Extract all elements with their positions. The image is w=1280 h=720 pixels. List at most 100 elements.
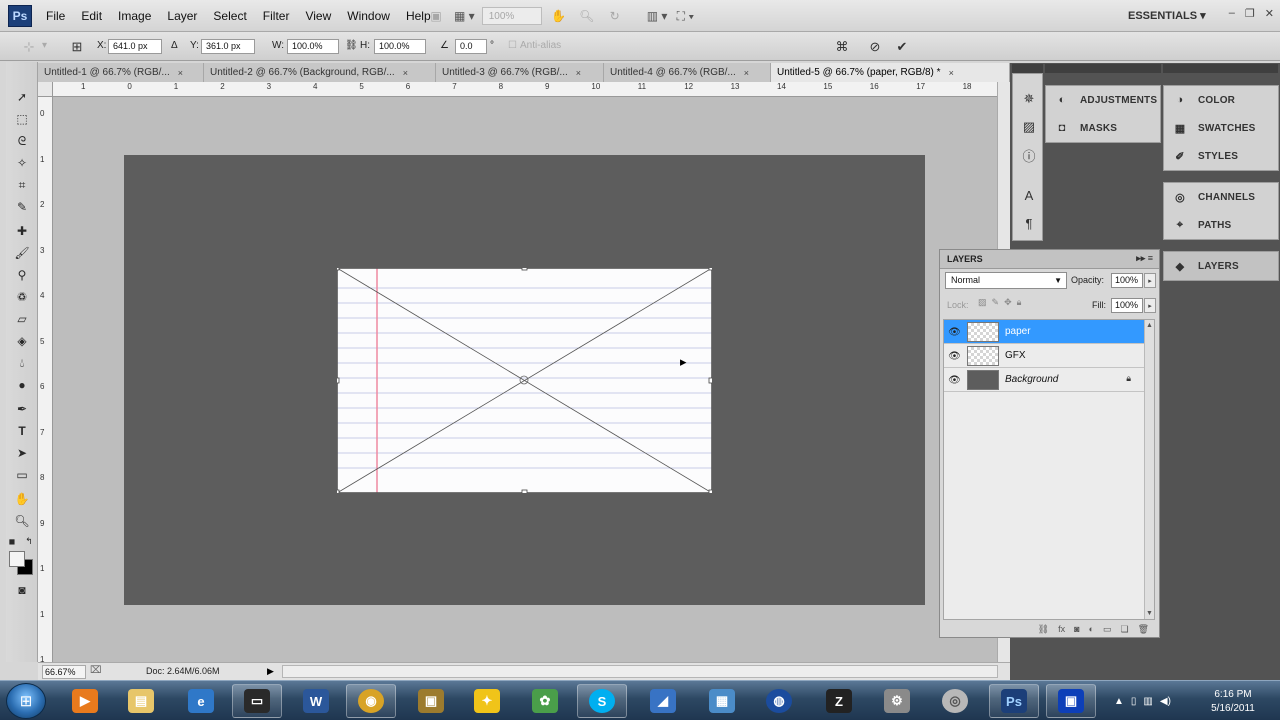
path-selection-tool-icon[interactable]: ➤ — [11, 444, 33, 462]
delta-icon[interactable]: Δ — [171, 40, 178, 51]
menu-file[interactable]: File — [38, 9, 73, 23]
menu-layer[interactable]: Layer — [159, 9, 205, 23]
clone-stamp-tool-icon[interactable]: ⚲ — [11, 266, 33, 284]
eraser-tool-icon[interactable]: ▱ — [11, 310, 33, 328]
default-colors-icon[interactable]: ◼ — [7, 532, 17, 550]
view-extras-icon[interactable]: ▦ ▾ — [453, 6, 476, 26]
menu-image[interactable]: Image — [110, 9, 159, 23]
rotation-field[interactable]: 0.0 — [455, 39, 487, 54]
dodge-tool-icon[interactable]: ● — [11, 376, 33, 394]
layers-panel-header[interactable]: LAYERS ▸▸ ≡ — [940, 250, 1159, 269]
add-mask-icon[interactable]: ◙ — [1074, 624, 1079, 634]
tab-close-icon[interactable]: × — [744, 64, 749, 82]
info-icon[interactable]: ⓘ — [1020, 146, 1038, 164]
tab-untitled-5[interactable]: Untitled-5 @ 66.7% (paper, RGB/8) * × — [771, 63, 1010, 82]
blend-mode-select[interactable]: Normal ▼ — [945, 272, 1067, 289]
taskbar-photo-viewer[interactable]: ▦ — [697, 684, 747, 718]
system-clock[interactable]: 6:16 PM 5/16/2011 — [1198, 688, 1268, 716]
warp-mode-icon[interactable]: ⌘ — [833, 38, 851, 56]
tab-untitled-1[interactable]: Untitled-1 @ 66.7% (RGB/... × — [38, 63, 204, 82]
panel-adjustments[interactable]: ◐ ADJUSTMENTS — [1046, 86, 1160, 114]
tab-close-icon[interactable]: × — [403, 64, 408, 82]
paragraph-icon[interactable]: ¶ — [1020, 214, 1038, 232]
show-hidden-icons-icon[interactable]: ▲ — [1114, 696, 1124, 707]
tab-close-icon[interactable]: × — [949, 64, 954, 82]
battery-icon[interactable]: ▯ — [1131, 696, 1137, 707]
horizontal-ruler[interactable]: 1012345678910111213141516171819 — [53, 82, 1018, 97]
horizontal-scrollbar[interactable] — [282, 665, 998, 678]
taskbar-messenger[interactable]: ✿ — [520, 684, 570, 718]
tab-untitled-2[interactable]: Untitled-2 @ 66.7% (Background, RGB/... × — [204, 63, 436, 82]
commit-transform-icon[interactable]: ✔ — [893, 38, 911, 56]
zoom-tool-icon[interactable]: 🔍︎ — [11, 512, 33, 530]
character-icon[interactable]: A — [1020, 186, 1038, 204]
type-tool-icon[interactable]: T — [11, 422, 33, 440]
antialias-checkbox[interactable]: ☐ — [508, 40, 517, 51]
status-preview-icon[interactable]: ⌧ — [90, 665, 102, 676]
taskbar-aim[interactable]: ✦ — [462, 684, 512, 718]
move-tool-icon[interactable]: ➚ — [11, 88, 33, 106]
taskbar-app-archive[interactable]: ▣ — [406, 684, 456, 718]
zoom-percent-field[interactable]: 66.67% — [42, 665, 86, 679]
panel-channels[interactable]: ◎ CHANNELS — [1164, 183, 1278, 211]
restore-icon[interactable]: ❐ — [1245, 7, 1255, 20]
menu-window[interactable]: Window — [339, 9, 398, 23]
dock-header[interactable] — [1012, 64, 1043, 73]
brush-tool-icon[interactable]: 🖌︎ — [11, 244, 33, 262]
cancel-transform-icon[interactable]: ⊘ — [866, 38, 884, 56]
paint-bucket-tool-icon[interactable]: ◈ — [11, 332, 33, 350]
photoshop-logo[interactable]: Ps — [8, 5, 32, 27]
screen-mode-icon[interactable]: ⛶ ▾ — [674, 6, 696, 26]
taskbar-app-z[interactable]: Z — [814, 684, 864, 718]
hand-icon[interactable]: ✋ — [548, 6, 570, 26]
paper-layer[interactable] — [337, 268, 712, 493]
menu-filter[interactable]: Filter — [255, 9, 298, 23]
tab-close-icon[interactable]: × — [178, 64, 183, 82]
status-menu-arrow-icon[interactable]: ▶ — [267, 666, 274, 677]
visibility-eye-icon[interactable]: 👁︎ — [948, 350, 961, 362]
hand-tool-icon[interactable]: ✋ — [11, 490, 33, 508]
panel-menu-icon[interactable]: ▸▸ ≡ — [1136, 253, 1153, 264]
crop-tool-icon[interactable]: ⌗ — [11, 176, 33, 194]
navigator-icon[interactable]: ✵ — [1020, 90, 1038, 108]
menu-edit[interactable]: Edit — [73, 9, 110, 23]
minimize-icon[interactable]: – — [1229, 7, 1235, 20]
zoom-icon[interactable]: 🔍︎ — [576, 6, 598, 26]
start-button[interactable]: ⊞ — [6, 683, 46, 719]
panel-layers[interactable]: ◆ LAYERS — [1164, 252, 1278, 280]
taskbar-media-player[interactable]: ▶ — [60, 684, 110, 718]
adjustment-layer-icon[interactable]: ◐ — [1089, 624, 1094, 634]
vertical-ruler[interactable]: 0123456789111 — [38, 97, 53, 664]
marquee-tool-icon[interactable]: ⬚ — [11, 110, 33, 128]
taskbar-explorer[interactable]: ▤ — [116, 684, 166, 718]
tab-untitled-4[interactable]: Untitled-4 @ 66.7% (RGB/... × — [604, 63, 771, 82]
link-layers-icon[interactable]: ⛓ — [1038, 624, 1049, 635]
history-brush-tool-icon[interactable]: ♽ — [11, 288, 33, 306]
tab-close-icon[interactable]: × — [576, 64, 581, 82]
lock-image-icon[interactable]: ✎ — [992, 297, 1000, 308]
healing-brush-tool-icon[interactable]: ✚ — [11, 222, 33, 240]
panel-masks[interactable]: ◘ MASKS — [1046, 114, 1160, 142]
scroll-down-icon[interactable]: ▼ — [1146, 610, 1153, 617]
lock-position-icon[interactable]: ✥ — [1004, 297, 1012, 308]
scroll-up-icon[interactable]: ▲ — [1146, 322, 1153, 329]
taskbar-app-settings[interactable]: ⚙ — [872, 684, 922, 718]
opacity-slider-arrow-icon[interactable]: ▸ — [1144, 273, 1156, 288]
layer-style-icon[interactable]: fx — [1058, 624, 1065, 634]
volume-icon[interactable]: ◀) — [1160, 696, 1171, 707]
new-group-icon[interactable]: ▭ — [1103, 624, 1112, 635]
dock-header[interactable] — [1045, 64, 1161, 73]
panel-swatches[interactable]: ▦ SWATCHES — [1164, 114, 1278, 142]
panel-color[interactable]: ◑ COLOR — [1164, 86, 1278, 114]
lasso-tool-icon[interactable]: ᘓ — [11, 132, 33, 150]
lock-all-icon[interactable]: 🔒︎ — [1017, 297, 1022, 308]
reference-point-icon[interactable]: ⊞ — [68, 38, 86, 56]
taskbar-app-dark[interactable]: ▭ — [232, 684, 282, 718]
tool-preset-arrow-icon[interactable]: ▾ — [42, 40, 47, 51]
new-layer-icon[interactable]: ❏ — [1120, 624, 1128, 635]
quick-selection-tool-icon[interactable]: ✧ — [11, 154, 33, 172]
layer-row-gfx[interactable]: 👁︎ GFX — [944, 344, 1145, 368]
x-field[interactable]: 641.0 px — [108, 39, 162, 54]
taskbar-app-disc[interactable]: ◎ — [930, 684, 980, 718]
pen-tool-icon[interactable]: ✒ — [11, 400, 33, 418]
